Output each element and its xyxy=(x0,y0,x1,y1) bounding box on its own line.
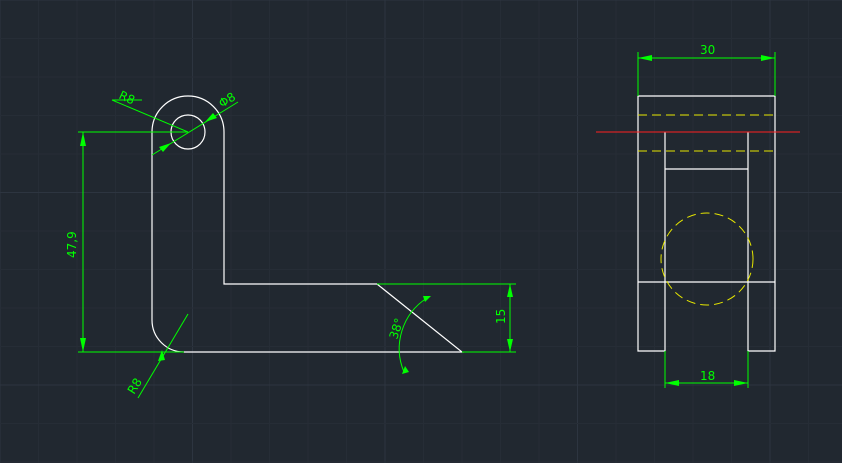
dim-height-label: 47,9 xyxy=(65,231,79,258)
dim-chamfer-height-label: 15 xyxy=(494,309,508,324)
dim-slot-label: 18 xyxy=(700,369,715,383)
dim-width-label: 30 xyxy=(700,43,715,57)
cad-drawing-canvas[interactable]: R8 Φ8 47,9 R8 38° 15 30 18 xyxy=(0,0,842,463)
